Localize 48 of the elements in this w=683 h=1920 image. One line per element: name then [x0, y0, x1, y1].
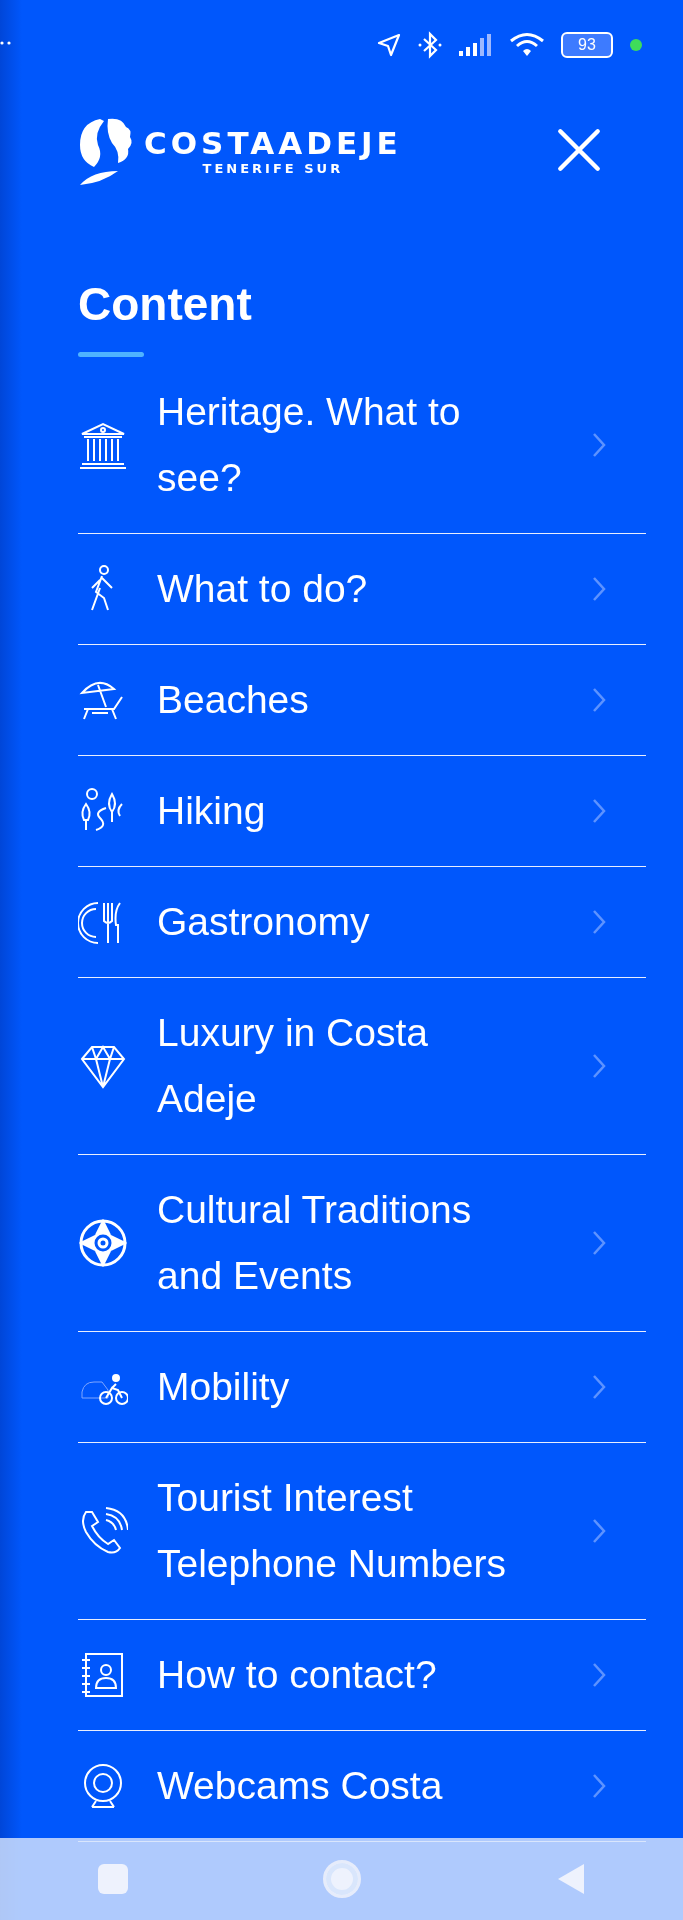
chevron-right-icon — [592, 432, 606, 458]
chevron-right-icon — [592, 798, 606, 824]
temple-icon — [78, 420, 128, 470]
chevron-right-icon — [592, 1053, 606, 1079]
chevron-right-icon — [592, 1230, 606, 1256]
chevron-right-icon — [592, 1518, 606, 1544]
location-icon — [377, 33, 401, 57]
logo-subtitle: TENERIFE SUR — [202, 160, 344, 176]
menu-item[interactable]: Luxury in Costa Adeje — [78, 978, 646, 1155]
home-button[interactable] — [322, 1860, 361, 1898]
recent-apps-button[interactable] — [97, 1864, 128, 1894]
chevron-right-icon — [592, 1662, 606, 1688]
menu-item-label: Beaches — [157, 677, 310, 723]
chevron-right-icon — [592, 1773, 606, 1799]
menu-item-label: How to contact? — [157, 1652, 438, 1698]
menu-item-label: Cultural Traditions and Events — [157, 1187, 473, 1299]
menu-item-label: Hiking — [157, 788, 267, 834]
menu-item-label: Mobility — [157, 1364, 291, 1410]
menu-item-label: Gastronomy — [157, 899, 371, 945]
menu-item[interactable]: Beaches — [78, 645, 646, 756]
menu-item-label: Webcams Costa — [157, 1763, 444, 1809]
title-underline — [78, 352, 144, 357]
menu-item[interactable]: Tourist Interest Telephone Numbers — [78, 1443, 646, 1620]
section-title: Content — [78, 278, 252, 330]
logo-title: COSTAADEJE — [144, 124, 402, 161]
menu-item[interactable]: Hiking — [78, 756, 646, 867]
sun-emblem-icon — [78, 1218, 128, 1268]
bluetooth-icon — [417, 31, 443, 59]
chevron-right-icon — [592, 1374, 606, 1400]
close-button[interactable] — [555, 126, 603, 174]
menu-item[interactable]: Cultural Traditions and Events — [78, 1155, 646, 1332]
menu-item-label: What to do? — [157, 566, 369, 612]
menu-item[interactable]: Mobility — [78, 1332, 646, 1443]
menu-item[interactable]: How to contact? — [78, 1620, 646, 1731]
menu-item-label: Luxury in Costa Adeje — [157, 1010, 429, 1122]
camera-dot-icon — [629, 38, 643, 52]
chevron-right-icon — [592, 909, 606, 935]
battery-indicator: 93 — [561, 32, 613, 58]
wifi-icon — [509, 32, 545, 58]
menu-item[interactable]: What to do? — [78, 534, 646, 645]
more-icon — [0, 41, 12, 45]
menu-item[interactable]: Heritage. What to see? — [78, 357, 646, 534]
menu-item-label: Tourist Interest Telephone Numbers — [157, 1475, 508, 1587]
chevron-right-icon — [592, 687, 606, 713]
signal-icon — [459, 33, 493, 57]
menu-item-label: Heritage. What to see? — [157, 389, 462, 501]
menu-item[interactable]: Gastronomy — [78, 867, 646, 978]
chevron-right-icon — [592, 576, 606, 602]
